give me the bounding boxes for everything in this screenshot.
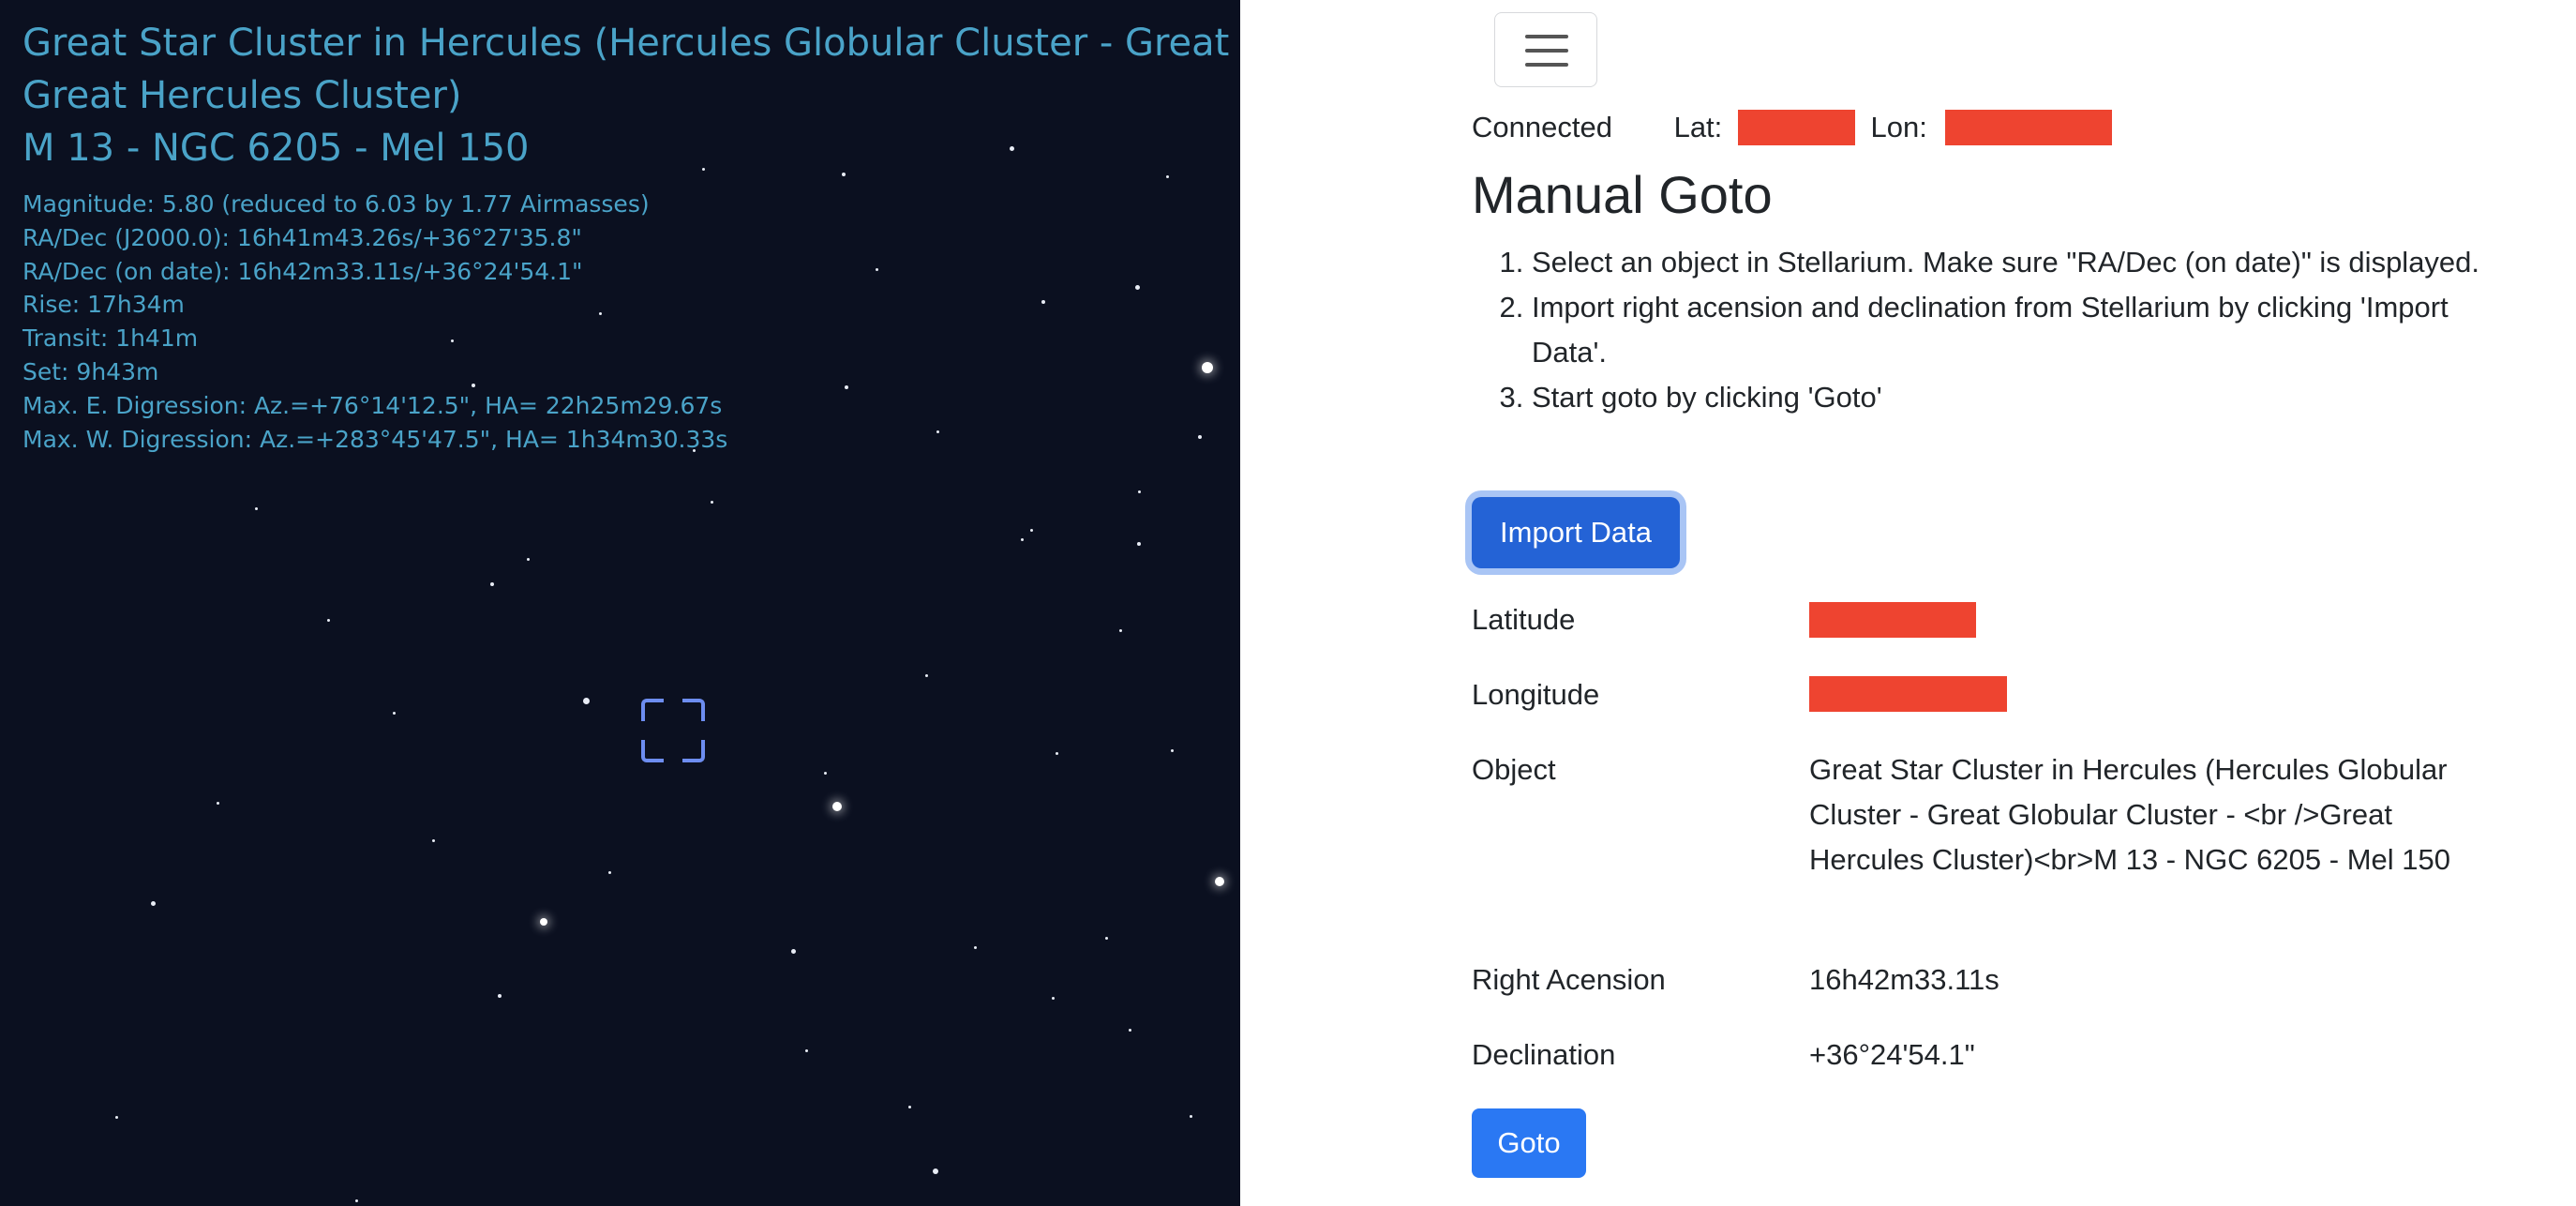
right-ascension-value: 16h42m33.11s xyxy=(1809,963,1999,996)
star-dot xyxy=(392,711,396,715)
page-title: Manual Goto xyxy=(1472,165,1773,224)
info-transit: Transit: 1h41m xyxy=(22,324,199,353)
lon-label: Lon: xyxy=(1870,110,1927,143)
star-dot xyxy=(1215,877,1224,886)
latitude-label: Latitude xyxy=(1472,603,1576,636)
instruction-list: Select an object in Stellarium. Make sur… xyxy=(1472,240,2488,420)
object-label: Object xyxy=(1472,753,1556,786)
lat-label: Lat: xyxy=(1673,110,1723,143)
redacted-longitude-value xyxy=(1809,676,2007,712)
star-dot xyxy=(431,838,435,842)
object-info-panel: Great Star Cluster in Hercules (Hercules… xyxy=(22,17,1240,456)
object-value: Great Star Cluster in Hercules (Hercules… xyxy=(1809,753,2450,876)
star-dot xyxy=(1020,537,1024,541)
star-dot xyxy=(933,1168,938,1174)
star-dot xyxy=(907,1105,911,1108)
info-max-w-digression: Max. W. Digression: Az.=+283°45'47.5", H… xyxy=(22,425,728,453)
info-set: Set: 9h43m xyxy=(22,357,159,385)
star-dot xyxy=(804,1048,808,1052)
goto-button[interactable]: Goto xyxy=(1472,1108,1586,1178)
instruction-step: Start goto by clicking 'Goto' xyxy=(1532,375,2488,420)
instruction-step: Select an object in Stellarium. Make sur… xyxy=(1532,240,2488,285)
import-data-button[interactable]: Import Data xyxy=(1472,497,1680,568)
longitude-label: Longitude xyxy=(1472,678,1600,711)
info-rise: Rise: 17h34m xyxy=(22,291,185,319)
star-dot xyxy=(114,1115,118,1119)
connection-status-bar: Connected Lat: Lon: xyxy=(1472,105,2112,146)
star-dot xyxy=(823,771,827,775)
info-magnitude: Magnitude: 5.80 (reduced to 6.03 by 1.77… xyxy=(22,190,650,218)
declination-value: +36°24'54.1" xyxy=(1809,1038,1975,1071)
star-dot xyxy=(354,1198,358,1202)
star-dot xyxy=(1051,996,1055,1000)
star-dot xyxy=(832,802,842,811)
star-dot xyxy=(582,697,590,704)
manual-goto-page: Connected Lat: Lon: Manual Goto Select a… xyxy=(1240,0,2576,1206)
star-dot xyxy=(1029,528,1033,532)
star-dot xyxy=(326,618,330,622)
hamburger-menu-button[interactable] xyxy=(1494,12,1597,87)
redacted-latitude xyxy=(1737,109,1855,145)
star-dot xyxy=(1128,1028,1131,1032)
star-dot xyxy=(254,506,258,510)
star-dot xyxy=(790,948,796,954)
star-dot xyxy=(1189,1114,1192,1118)
star-dot xyxy=(526,557,530,561)
connection-status: Connected xyxy=(1472,110,1612,143)
hamburger-icon xyxy=(1525,63,1568,67)
object-title-line: Great Hercules Cluster) xyxy=(22,74,462,117)
star-dot xyxy=(973,945,977,949)
star-dot xyxy=(924,673,928,677)
star-dot xyxy=(150,900,156,906)
star-dot xyxy=(498,994,502,998)
star-dot xyxy=(1137,542,1141,546)
info-max-e-digression: Max. E. Digression: Az.=+76°14'12.5", HA… xyxy=(22,391,723,419)
selection-reticle-icon xyxy=(641,699,705,762)
star-dot xyxy=(540,918,547,926)
info-radec-j2000: RA/Dec (J2000.0): 16h41m43.26s/+36°27'35… xyxy=(22,223,582,251)
stellarium-sky-view[interactable]: Great Star Cluster in Hercules (Hercules… xyxy=(0,0,1240,1206)
instruction-step: Import right acension and declination fr… xyxy=(1532,285,2488,375)
info-radec-on-date: RA/Dec (on date): 16h42m33.11s/+36°24'54… xyxy=(22,257,583,285)
star-dot xyxy=(1055,751,1058,755)
hamburger-icon xyxy=(1525,49,1568,53)
star-dot xyxy=(710,500,713,504)
hamburger-icon xyxy=(1525,35,1568,38)
declination-label: Declination xyxy=(1472,1038,1616,1071)
redacted-longitude xyxy=(1944,109,2112,145)
star-dot xyxy=(216,801,219,805)
object-title-line: Great Star Cluster in Hercules (Hercules… xyxy=(22,22,1240,65)
star-dot xyxy=(1104,936,1108,940)
star-dot xyxy=(490,582,494,586)
redacted-latitude-value xyxy=(1809,602,1976,638)
star-dot xyxy=(1118,628,1122,632)
object-catalog-ids: M 13 - NGC 6205 - Mel 150 xyxy=(22,127,530,170)
right-ascension-label: Right Acension xyxy=(1472,963,1666,996)
star-dot xyxy=(1170,748,1174,752)
star-dot xyxy=(1137,490,1141,493)
star-dot xyxy=(607,870,611,874)
